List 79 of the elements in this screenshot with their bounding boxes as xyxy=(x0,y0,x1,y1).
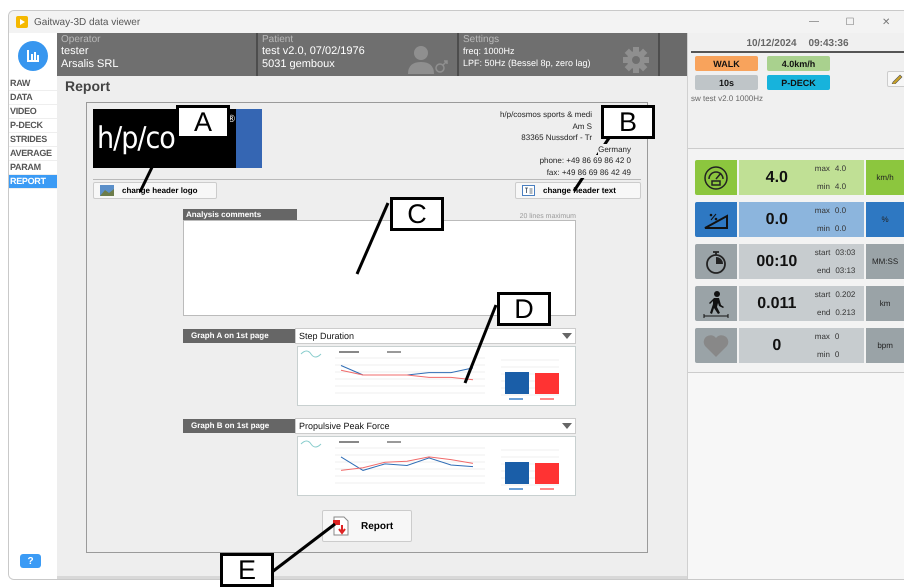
date-text: 10/12/2024 xyxy=(746,38,797,49)
stat-label: min xyxy=(816,182,830,191)
stat-value: 0.202 xyxy=(835,290,856,299)
header-text: LPF: 50Hz (Bessel 8p, zero lag) xyxy=(463,57,592,69)
section-title: Settings xyxy=(463,34,500,45)
stat-label: end xyxy=(816,308,830,317)
status-tag: 10s xyxy=(695,75,758,90)
status-tag: 4.0km/h xyxy=(767,56,830,71)
stat-label: max xyxy=(814,206,830,215)
maximize-button[interactable]: ☐ xyxy=(832,16,868,28)
metric-unit: km xyxy=(866,286,904,321)
heart-icon xyxy=(702,334,730,358)
metric-value: 0.011 xyxy=(756,294,798,312)
report-button[interactable]: Report xyxy=(322,510,412,542)
stat-value: 4.0 xyxy=(834,182,846,191)
stat-label: end xyxy=(816,266,830,275)
section-title: Patient xyxy=(262,34,294,45)
stat-value: 03:13 xyxy=(835,266,856,275)
close-button[interactable]: ✕ xyxy=(868,16,904,28)
leader-line xyxy=(271,522,336,574)
stat-label: start xyxy=(814,248,830,257)
page-title: Report xyxy=(65,78,112,94)
stat-value: 0.0 xyxy=(834,224,846,233)
walking-person-icon xyxy=(700,290,731,318)
metric-unit: % xyxy=(866,202,904,237)
callout-label: B xyxy=(601,105,655,139)
callout-label: E xyxy=(220,553,274,587)
metric-value: 0 xyxy=(771,336,782,354)
callout-label: A xyxy=(176,105,230,139)
header-text: tester xyxy=(61,45,90,58)
pdf-download-icon xyxy=(333,516,349,536)
stopwatch-icon xyxy=(704,248,728,274)
comments-label: Analysis comments xyxy=(183,209,297,220)
header-text: test v2.0, 07/02/1976 xyxy=(262,45,366,58)
callout-label: C xyxy=(390,197,444,231)
stat-value: 0 xyxy=(834,332,840,341)
bar-chart-icon[interactable] xyxy=(18,41,48,71)
logo-text: h/p/co xyxy=(97,122,175,154)
minimize-button[interactable]: — xyxy=(796,16,832,28)
status-tag: WALK xyxy=(695,56,758,71)
metric-value: 4.0 xyxy=(764,168,789,186)
speedometer-icon xyxy=(702,164,729,190)
stat-value: 0.213 xyxy=(835,308,856,317)
metric-unit: bpm xyxy=(866,328,904,363)
callout-label: D xyxy=(497,292,551,326)
time-text: 09:43:36 xyxy=(808,38,849,49)
graph-dropdown[interactable]: Step Duration xyxy=(295,328,576,344)
graph-label: Graph A on 1st page xyxy=(183,329,295,343)
caret-icon xyxy=(562,333,572,339)
pencil-icon xyxy=(891,72,903,84)
text-icon xyxy=(522,185,535,196)
version-text: sw test v2.0 1000Hz xyxy=(691,94,764,103)
metric-value: 00:10 xyxy=(755,252,798,270)
status-tag: P-DECK xyxy=(767,75,830,90)
stat-value: 03:03 xyxy=(835,248,856,257)
stat-label: max xyxy=(814,164,830,173)
metric-value: 0.0 xyxy=(764,210,789,228)
graph-label: Graph B on 1st page xyxy=(183,419,295,433)
stat-label: min xyxy=(816,224,830,233)
window-title: Gaitway-3D data viewer xyxy=(34,16,140,28)
metric-unit: km/h xyxy=(866,160,904,195)
header-text: Arsalis SRL xyxy=(61,58,120,71)
metric-unit: MM:SS xyxy=(866,244,904,279)
stat-value: 4.0 xyxy=(834,164,846,173)
stat-value: 0 xyxy=(834,350,840,359)
stat-label: min xyxy=(816,350,830,359)
section-title: Operator xyxy=(61,34,102,45)
person-icon xyxy=(407,44,449,74)
header-text: 5031 gemboux xyxy=(262,58,336,71)
app-logo-icon xyxy=(16,16,28,28)
logo-stripe xyxy=(236,109,262,168)
stat-label: start xyxy=(814,290,830,299)
stat-label: max xyxy=(814,332,830,341)
edit-button[interactable] xyxy=(887,71,904,87)
stat-value: 0.0 xyxy=(834,206,846,215)
image-icon xyxy=(100,185,114,196)
caret-icon xyxy=(562,423,572,429)
graph-dropdown[interactable]: Propulsive Peak Force xyxy=(295,418,576,434)
header-text: freq: 1000Hz xyxy=(463,45,516,57)
